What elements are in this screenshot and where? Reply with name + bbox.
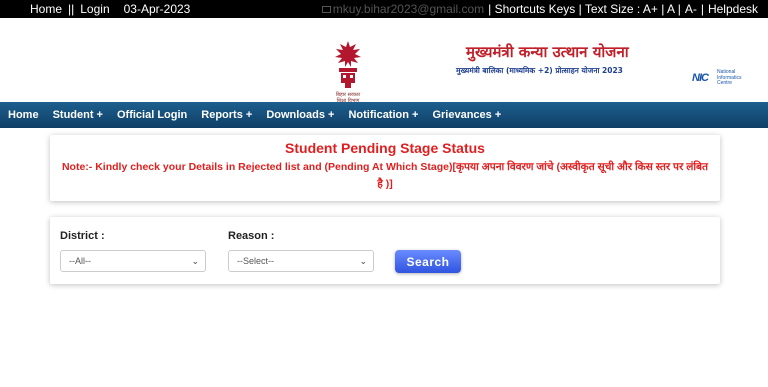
chevron-down-icon: ⌄ [191, 256, 199, 266]
nav-reports[interactable]: Reports + [201, 109, 252, 121]
reason-selected-value: --Select-- [237, 256, 275, 266]
top-bar-left: Home || Login 03-Apr-2023 [30, 2, 190, 16]
status-card: Student Pending Stage Status Note:- Kind… [50, 135, 720, 201]
district-select[interactable]: --All-- ⌄ [60, 250, 206, 272]
district-label: District : [60, 230, 105, 242]
top-bar-right: mkuy.bihar2023@gmail.com | Shortcuts Key… [321, 2, 758, 16]
top-home-link[interactable]: Home [30, 2, 62, 16]
support-email: mkuy.bihar2023@gmail.com [321, 2, 485, 16]
envelope-icon [321, 5, 331, 13]
main-nav: Home Student + Official Login Reports + … [0, 102, 768, 128]
top-separator: || [68, 2, 75, 16]
scheme-subtitle: मुख्यमंत्री बालिका (माध्यमिक +2) प्रोत्स… [456, 66, 623, 75]
nav-downloads[interactable]: Downloads + [266, 109, 334, 121]
reason-label: Reason : [228, 230, 275, 242]
chevron-down-icon: ⌄ [359, 256, 367, 266]
text-size-decrease[interactable]: A- [685, 2, 697, 16]
top-separator-2: | [700, 2, 704, 16]
status-note: Note:- Kindly check your Details in Reje… [61, 161, 709, 190]
site-header: बिहार सरकार शिक्षा विभाग मुख्यमंत्री कन्… [0, 18, 768, 104]
helpdesk-link[interactable]: Helpdesk [708, 2, 758, 16]
search-button[interactable]: Search [395, 250, 461, 273]
nav-home[interactable]: Home [8, 109, 39, 121]
page-title: Student Pending Stage Status [285, 140, 485, 156]
nav-student[interactable]: Student + [53, 109, 103, 121]
nav-notification[interactable]: Notification + [348, 109, 418, 121]
nic-line-3: Centre [717, 80, 733, 86]
shortcuts-text-size[interactable]: | Shortcuts Keys | Text Size : A+ | A | [488, 2, 681, 16]
nav-grievances[interactable]: Grievances + [432, 109, 501, 121]
current-date: 03-Apr-2023 [123, 2, 191, 16]
nic-logo: NIC National Informatics Centre [692, 69, 747, 87]
filter-card: District : --All-- ⌄ Reason : --Select--… [50, 217, 720, 284]
nav-official-login[interactable]: Official Login [117, 109, 187, 121]
support-email-text: mkuy.bihar2023@gmail.com [332, 2, 485, 16]
nic-mark: NIC [692, 72, 709, 85]
top-login-link[interactable]: Login [80, 2, 109, 16]
top-bar: Home || Login 03-Apr-2023 mkuy.bihar2023… [0, 0, 768, 18]
district-selected-value: --All-- [69, 256, 91, 266]
reason-select[interactable]: --Select-- ⌄ [228, 250, 374, 272]
nic-text: National Informatics Centre [717, 69, 747, 87]
scheme-title: मुख्यमंत्री कन्या उत्थान योजना [466, 43, 629, 61]
